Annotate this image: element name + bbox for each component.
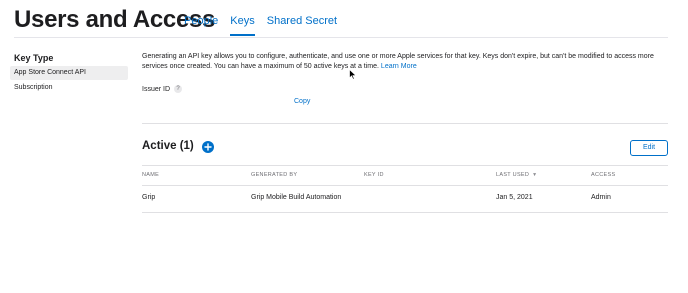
chevron-down-icon: ▼ [532, 172, 538, 178]
mouse-pointer-icon [349, 69, 357, 80]
tab-keys[interactable]: Keys [230, 15, 256, 36]
cell-last-used: Jan 5, 2021 [496, 194, 533, 201]
sidebar-item-app-store-connect-api[interactable]: App Store Connect API [10, 66, 128, 80]
active-keys-title: Active (1) [142, 140, 194, 152]
cell-access: Admin [591, 194, 611, 201]
sidebar-item-subscription[interactable]: Subscription [10, 81, 128, 95]
header-tabs: People Keys Shared Secret [184, 15, 337, 36]
column-header-name[interactable]: NAME [142, 172, 159, 178]
issuer-id-label: Issuer ID [142, 85, 171, 93]
table-top-divider [142, 165, 668, 166]
table-row[interactable] [142, 185, 668, 212]
copy-button[interactable]: Copy [294, 98, 310, 105]
question-circle-icon[interactable]: ? [174, 85, 183, 93]
table-bottom-divider [142, 212, 668, 213]
column-header-key-id[interactable]: KEY ID [364, 172, 384, 178]
column-header-last-used-label: LAST USED [496, 172, 530, 178]
add-key-button[interactable] [202, 141, 214, 153]
tab-shared-secret[interactable]: Shared Secret [267, 15, 337, 27]
header-divider [14, 37, 668, 38]
issuer-id: Issuer ID ? [142, 85, 183, 93]
column-header-generated-by[interactable]: GENERATED BY [251, 172, 297, 178]
tab-people[interactable]: People [184, 15, 218, 27]
section-divider [142, 123, 668, 124]
description: Generating an API key allows you to conf… [142, 52, 662, 72]
learn-more-link[interactable]: Learn More [381, 63, 417, 70]
edit-button[interactable]: Edit [630, 140, 668, 156]
plus-circle-icon [204, 143, 212, 151]
cell-name: Grip [142, 194, 156, 201]
sidebar-heading: Key Type [14, 53, 54, 63]
column-header-last-used[interactable]: LAST USED ▼ [496, 172, 537, 178]
column-header-access[interactable]: ACCESS [591, 172, 615, 178]
cell-generated-by: Grip Mobile Build Automation [251, 194, 342, 201]
